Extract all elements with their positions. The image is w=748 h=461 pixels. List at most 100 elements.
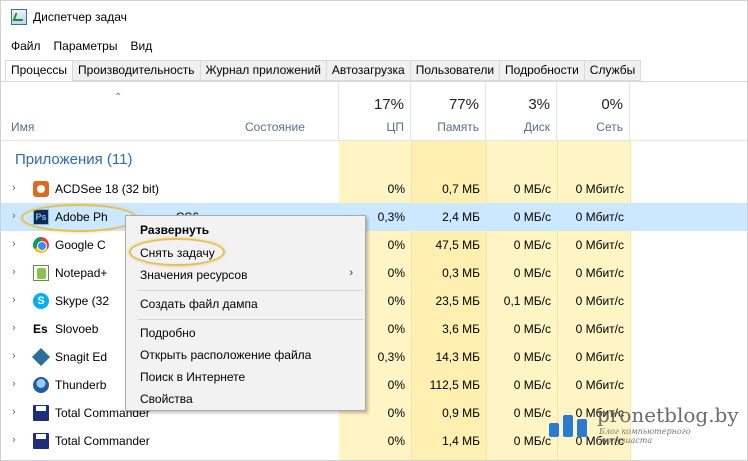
tab-app-history[interactable]: Журнал приложений bbox=[200, 60, 327, 81]
process-row[interactable]: › Google C 0% 47,5 МБ 0 МБ/с 0 Мбит/с bbox=[1, 231, 747, 259]
slovoeb-icon: Es bbox=[33, 322, 48, 336]
menu-end-task[interactable]: Снять задачу bbox=[140, 246, 215, 260]
watermark-bar bbox=[549, 423, 559, 437]
expand-chevron-icon[interactable]: › bbox=[12, 238, 16, 250]
memory-value: 14,3 МБ bbox=[435, 350, 480, 364]
tab-services[interactable]: Службы bbox=[584, 60, 642, 81]
task-manager-window: Диспетчер задач Файл Параметры Вид Проце… bbox=[0, 0, 748, 461]
watermark-chart-icon bbox=[547, 409, 591, 437]
memory-value: 1,4 МБ bbox=[442, 434, 480, 448]
disk-value: 0 МБ/с bbox=[513, 182, 551, 196]
watermark-bar bbox=[563, 415, 573, 437]
expand-chevron-icon[interactable]: › bbox=[12, 182, 16, 194]
disk-value: 0,1 МБ/с bbox=[503, 294, 551, 308]
expand-chevron-icon[interactable]: › bbox=[12, 210, 16, 222]
expand-chevron-icon[interactable]: › bbox=[12, 406, 16, 418]
memory-value: 112,5 МБ bbox=[429, 378, 480, 392]
disk-label: Диск bbox=[523, 120, 550, 134]
expand-chevron-icon[interactable]: › bbox=[12, 378, 16, 390]
tab-processes[interactable]: Процессы bbox=[5, 60, 74, 82]
memory-label: Память bbox=[437, 120, 479, 134]
process-name: Google C bbox=[55, 238, 106, 252]
window-title: Диспетчер задач bbox=[33, 10, 127, 24]
process-row[interactable]: › Snagit Ed 0,3% 14,3 МБ 0 МБ/с 0 Мбит/с bbox=[1, 343, 747, 371]
expand-chevron-icon[interactable]: › bbox=[12, 322, 16, 334]
network-total: 0% bbox=[601, 96, 623, 113]
process-row[interactable]: › Es Slovoeb 0% 3,6 МБ 0 МБ/с 0 Мбит/с bbox=[1, 315, 747, 343]
tab-users[interactable]: Пользователи bbox=[410, 60, 501, 81]
column-cpu[interactable]: 17% ЦП bbox=[339, 82, 411, 140]
memory-value: 2,4 МБ bbox=[442, 210, 480, 224]
memory-value: 0,7 МБ bbox=[442, 182, 480, 196]
network-value: 0 Мбит/с bbox=[575, 210, 624, 224]
menu-separator bbox=[138, 290, 363, 291]
disk-value: 0 МБ/с bbox=[513, 378, 551, 392]
disk-value: 0 МБ/с bbox=[513, 266, 551, 280]
disk-value: 0 МБ/с bbox=[513, 238, 551, 252]
network-value: 0 Мбит/с bbox=[575, 294, 624, 308]
tab-startup[interactable]: Автозагрузка bbox=[326, 60, 411, 81]
menu-details[interactable]: Подробно bbox=[140, 326, 196, 340]
column-name-area bbox=[1, 82, 339, 140]
expand-chevron-icon[interactable]: › bbox=[12, 434, 16, 446]
network-value: 0 Мбит/с bbox=[575, 322, 624, 336]
process-row-selected[interactable]: › Ps Adobe PhCS6 0,3% 2,4 МБ 0 МБ/с 0 Мб… bbox=[1, 203, 747, 231]
process-name: Snagit Ed bbox=[55, 350, 108, 364]
cpu-value: 0% bbox=[387, 434, 405, 448]
snagit-icon bbox=[31, 347, 51, 367]
disk-value: 0 МБ/с bbox=[513, 210, 551, 224]
column-disk[interactable]: 3% Диск bbox=[486, 82, 557, 140]
memory-value: 0,9 МБ bbox=[442, 406, 480, 420]
disk-value: 0 МБ/с bbox=[513, 322, 551, 336]
thunderbird-icon bbox=[33, 377, 49, 393]
memory-value: 47,5 МБ bbox=[435, 238, 480, 252]
process-name: Thunderb bbox=[55, 378, 107, 392]
tab-strip: Процессы Производительность Журнал прило… bbox=[5, 60, 642, 82]
tab-details[interactable]: Подробности bbox=[500, 60, 585, 81]
process-row[interactable]: › Notepad+ 0% 0,3 МБ 0 МБ/с 0 Мбит/с bbox=[1, 259, 747, 287]
memory-value: 0,3 МБ bbox=[442, 266, 480, 280]
process-name: Notepad+ bbox=[55, 266, 108, 280]
menu-view[interactable]: Вид bbox=[130, 39, 152, 53]
skype-icon: S bbox=[33, 293, 49, 309]
menu-file[interactable]: Файл bbox=[11, 39, 41, 53]
group-header-apps: Приложения (11) bbox=[15, 151, 133, 168]
column-network[interactable]: 0% Сеть bbox=[557, 82, 630, 140]
expand-chevron-icon[interactable]: › bbox=[12, 294, 16, 306]
task-manager-icon bbox=[11, 9, 27, 25]
watermark-subtitle: Блог компьютерного энтузиаста bbox=[599, 427, 691, 445]
title-bar: Диспетчер задач bbox=[1, 1, 747, 33]
expand-chevron-icon[interactable]: › bbox=[12, 266, 16, 278]
menu-options[interactable]: Параметры bbox=[54, 39, 118, 53]
process-row[interactable]: › ACDSee 18 (32 bit) 0% 0,7 МБ 0 МБ/с 0 … bbox=[1, 175, 747, 203]
menu-create-dump[interactable]: Создать файл дампа bbox=[140, 297, 258, 311]
menu-open-location[interactable]: Открыть расположение файла bbox=[140, 348, 311, 362]
menu-properties[interactable]: Свойства bbox=[140, 392, 193, 406]
column-memory[interactable]: 77% Память bbox=[411, 82, 486, 140]
chrome-icon bbox=[33, 237, 49, 253]
cpu-total: 17% bbox=[373, 96, 404, 113]
menu-expand[interactable]: Развернуть bbox=[140, 223, 209, 237]
menu-separator bbox=[138, 319, 363, 320]
menu-search-web[interactable]: Поиск в Интернете bbox=[140, 370, 245, 384]
expand-chevron-icon[interactable]: › bbox=[12, 350, 16, 362]
total-commander-icon bbox=[33, 405, 49, 421]
context-menu: Развернуть Снять задачу Значения ресурсо… bbox=[125, 215, 366, 411]
submenu-arrow-icon: › bbox=[349, 267, 353, 279]
total-commander-icon bbox=[33, 433, 49, 449]
process-row[interactable]: › S Skype (32 0% 23,5 МБ 0,1 МБ/с 0 Мбит… bbox=[1, 287, 747, 315]
network-value: 0 Мбит/с bbox=[575, 182, 624, 196]
watermark-bar bbox=[577, 419, 587, 437]
tab-performance[interactable]: Производительность bbox=[73, 60, 201, 81]
network-label: Сеть bbox=[596, 120, 623, 134]
photoshop-icon: Ps bbox=[33, 209, 49, 225]
network-value: 0 Мбит/с bbox=[575, 350, 624, 364]
memory-value: 23,5 МБ bbox=[435, 294, 480, 308]
process-name: Slovoeb bbox=[55, 322, 99, 336]
process-name: Total Commander bbox=[55, 434, 150, 448]
memory-value: 3,6 МБ bbox=[442, 322, 480, 336]
watermark-logo: pronetblog.by Блог компьютерного энтузиа… bbox=[541, 399, 741, 449]
watermark-title: pronetblog.by bbox=[597, 403, 739, 427]
process-row[interactable]: › Thunderb 0% 112,5 МБ 0 МБ/с 0 Мбит/с bbox=[1, 371, 747, 399]
menu-resource-values[interactable]: Значения ресурсов bbox=[140, 268, 247, 282]
